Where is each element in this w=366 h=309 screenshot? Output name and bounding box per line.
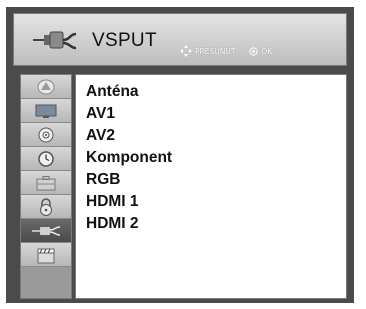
- page-title: VSPUT: [92, 30, 157, 51]
- options-briefcase-icon: [36, 175, 56, 190]
- nav-hint: PRESUNÚŤ OK: [180, 45, 272, 57]
- sidebar-item-time[interactable]: [21, 147, 71, 171]
- picture-icon: [37, 79, 55, 94]
- audio-disc-icon: [38, 127, 54, 142]
- clapper-icon: [37, 248, 55, 263]
- category-sidebar: [20, 74, 72, 299]
- menu-header: VSPUT PRESUNÚŤ OK: [13, 13, 347, 66]
- lock-icon: [40, 197, 52, 216]
- sidebar-item-picture[interactable]: [21, 75, 71, 99]
- sidebar-item-lock[interactable]: [21, 195, 71, 219]
- sidebar-item-input[interactable]: [21, 219, 71, 243]
- input-item-rgb[interactable]: RGB: [86, 170, 120, 190]
- input-item-av1[interactable]: AV1: [86, 104, 115, 124]
- ok-button-icon: [249, 46, 259, 56]
- clock-icon: [38, 150, 54, 167]
- move-arrows-icon: [180, 45, 192, 57]
- input-cable-icon: [33, 31, 77, 50]
- tv-screen-icon: [35, 104, 57, 118]
- sidebar-item-screen[interactable]: [21, 99, 71, 123]
- input-item-antena[interactable]: Anténa: [86, 82, 139, 102]
- input-item-hdmi2[interactable]: HDMI 2: [86, 214, 139, 234]
- hint-move-label: PRESUNÚŤ: [195, 46, 236, 56]
- hint-ok-label: OK: [261, 46, 273, 56]
- sidebar-item-options[interactable]: [21, 171, 71, 195]
- input-item-hdmi1[interactable]: HDMI 1: [86, 192, 139, 212]
- input-item-av2[interactable]: AV2: [86, 126, 115, 146]
- setup-menu-window: VSPUT PRESUNÚŤ OK Anténa AV1 AV2 Kompone…: [6, 7, 354, 303]
- input-list: Anténa AV1 AV2 Komponent RGB HDMI 1 HDMI…: [75, 74, 347, 299]
- input-item-komponent[interactable]: Komponent: [86, 148, 172, 168]
- sidebar-item-media[interactable]: [21, 243, 71, 267]
- input-cable-icon: [32, 225, 61, 236]
- sidebar-item-audio[interactable]: [21, 123, 71, 147]
